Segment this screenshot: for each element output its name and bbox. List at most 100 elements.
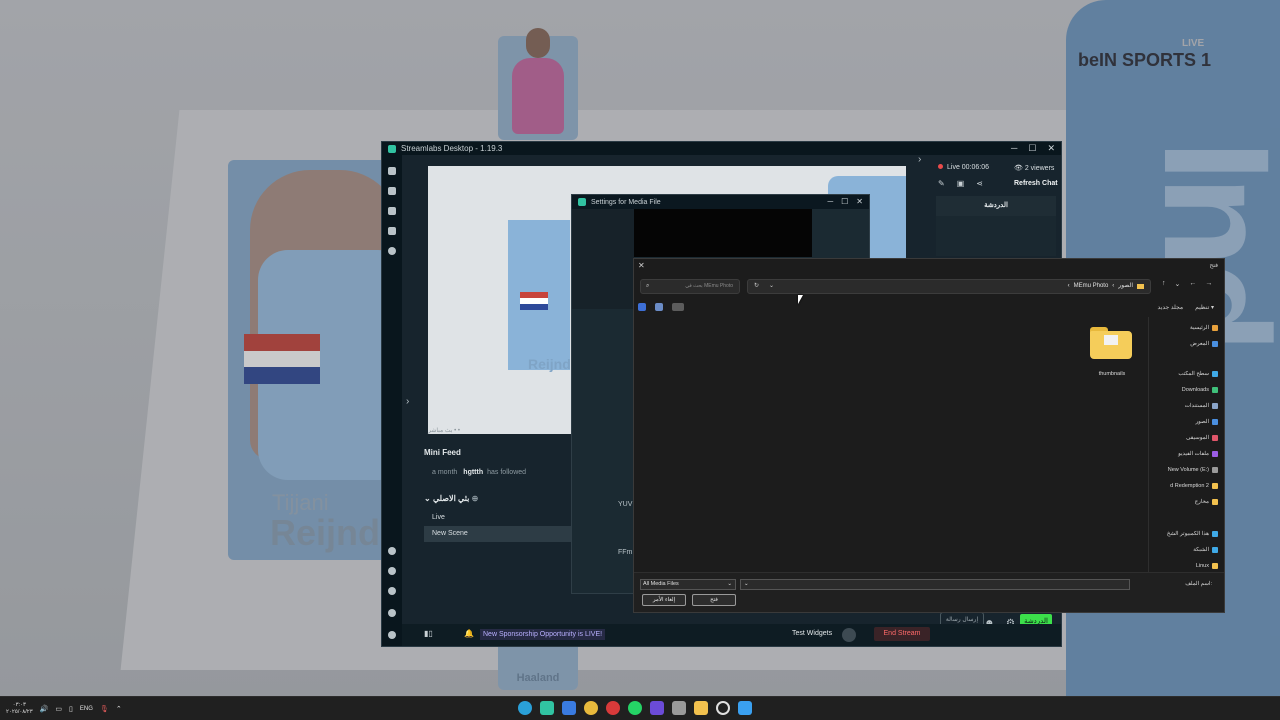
nav-item[interactable]: Downloads <box>1182 387 1218 393</box>
media-settings-controls: ─ ☐ ✕ <box>827 195 863 209</box>
preview-pane-icon[interactable] <box>655 303 663 311</box>
scene-collection-selector[interactable]: ⌄ بثي الاصلي ⊕ <box>424 494 478 503</box>
windows-start-icon[interactable] <box>738 701 752 715</box>
organize-button[interactable]: تنظيم ▾ <box>1195 304 1214 311</box>
new-folder-button[interactable]: مجلد جديد <box>1158 304 1184 311</box>
nav-item-label: المعرض <box>1190 341 1209 347</box>
nav-item[interactable]: المستندات <box>1185 403 1218 409</box>
settings-gear-icon[interactable] <box>388 247 396 255</box>
chevron-down-icon[interactable]: ⌄ <box>769 280 774 293</box>
address-bar[interactable]: ↻ ⌄ ‹ MEmu Photo ‹ الصور <box>747 279 1151 294</box>
whatsapp-icon[interactable] <box>628 701 642 715</box>
nav-item[interactable]: الشبكة <box>1193 547 1218 553</box>
chrome-icon[interactable] <box>584 701 598 715</box>
nav-item[interactable]: سطح المكتب <box>1178 371 1218 377</box>
theme-store-icon[interactable] <box>388 207 396 215</box>
streamlabs-titlebar[interactable]: Streamlabs Desktop - 1.19.3 <box>382 142 1061 155</box>
collapse-chat-chevron-icon[interactable]: › <box>918 154 921 165</box>
media-settings-side <box>572 209 634 309</box>
chat-tab[interactable]: الدردشة <box>936 196 1056 216</box>
nav-item[interactable]: الموسيقى <box>1186 435 1218 441</box>
feed-user[interactable]: hgttth <box>463 469 483 476</box>
nav-item[interactable]: الصور <box>1196 419 1218 425</box>
folder-item[interactable]: thumbnails <box>1090 327 1134 377</box>
filename-input[interactable]: ⌄ <box>740 579 1130 590</box>
profile-icon[interactable] <box>388 631 396 639</box>
file-explorer-icon[interactable] <box>694 701 708 715</box>
nav-item[interactable]: هذا الكمبيوتر الشخ <box>1167 531 1218 537</box>
nav-item[interactable]: الرئيسية <box>1190 325 1218 331</box>
nav-item[interactable]: مخارج <box>1195 499 1218 505</box>
breadcrumb-item[interactable]: الصور <box>1118 280 1133 293</box>
minimize-icon[interactable]: ─ <box>827 195 833 209</box>
language-indicator[interactable]: ENG <box>80 706 93 712</box>
nav-item[interactable]: d Redemption 2 <box>1170 483 1218 489</box>
minimize-icon[interactable]: ─ <box>1011 142 1017 155</box>
close-icon[interactable]: ✕ <box>638 261 645 270</box>
nav-item-icon <box>1212 547 1218 553</box>
test-widgets-button[interactable]: Test Widgets <box>792 630 832 637</box>
studio-mode-icon[interactable] <box>388 187 396 195</box>
network-icon[interactable]: ▭ <box>55 705 62 713</box>
nav-item[interactable]: ملفات الفيديو <box>1178 451 1218 457</box>
apps-icon[interactable] <box>388 567 396 575</box>
performance-chart-icon[interactable]: ▮▯ <box>424 629 433 638</box>
close-icon[interactable]: ✕ <box>1047 142 1055 155</box>
back-arrow-icon[interactable]: ← <box>1189 280 1196 288</box>
nav-item-label: الشبكة <box>1193 547 1209 553</box>
expand-sidebar-chevron-icon[interactable]: › <box>406 396 409 407</box>
open-button[interactable]: فتح <box>692 594 736 606</box>
search-input[interactable]: ⌕ بحث في MEmu Photo <box>640 279 740 294</box>
opera-icon[interactable] <box>606 701 620 715</box>
recent-dropdown-icon[interactable]: ⌄ <box>1175 280 1181 288</box>
sidebar-settings-icon[interactable] <box>388 609 396 617</box>
refresh-icon[interactable]: ↻ <box>754 280 759 293</box>
chat-toolbar: ✎ ▣ ⋖ <box>938 179 983 188</box>
refresh-chat-button[interactable]: Refresh Chat <box>1014 180 1058 187</box>
cancel-button[interactable]: إلغاء الأمر <box>642 594 686 606</box>
media-settings-titlebar[interactable]: Settings for Media File <box>572 195 869 209</box>
collab-cam-icon[interactable] <box>388 547 396 555</box>
forward-arrow-icon[interactable]: → <box>1205 280 1212 288</box>
nav-item[interactable]: Linux <box>1196 563 1218 569</box>
streamlabs-sidebar <box>382 155 402 646</box>
edge-icon[interactable] <box>518 701 532 715</box>
nav-item[interactable]: المعرض <box>1190 341 1218 347</box>
scene-item[interactable]: Live <box>424 510 574 526</box>
help-icon[interactable] <box>638 303 646 311</box>
nav-item-label: Downloads <box>1181 387 1209 393</box>
highlighter-icon[interactable] <box>388 227 396 235</box>
breadcrumb-item[interactable]: MEmu Photo <box>1074 280 1109 293</box>
search-icon[interactable] <box>716 701 730 715</box>
file-type-select[interactable]: All Media Files ⌄ <box>640 579 736 590</box>
share-icon[interactable]: ⋖ <box>976 179 983 188</box>
view-options-icon[interactable] <box>672 303 684 311</box>
maximize-icon[interactable]: ☐ <box>1028 142 1036 155</box>
scene-item[interactable]: New Scene <box>424 526 574 542</box>
volume-icon[interactable]: 🔊 <box>40 705 49 713</box>
shield-app-icon[interactable] <box>562 701 576 715</box>
folder-name: thumbnails <box>1098 371 1126 377</box>
store-icon[interactable] <box>672 701 686 715</box>
maximize-icon[interactable]: ☐ <box>841 195 848 209</box>
end-stream-button[interactable]: End Stream <box>874 627 930 641</box>
popout-icon[interactable]: ▣ <box>957 179 965 188</box>
nav-item[interactable]: New Volume (E:) <box>1168 467 1218 473</box>
nav-item-icon <box>1212 419 1218 425</box>
close-icon[interactable]: ✕ <box>856 195 863 209</box>
edit-pencil-icon[interactable]: ✎ <box>938 179 945 188</box>
battery-icon[interactable]: ▯ <box>69 705 73 713</box>
window-title: Streamlabs Desktop - 1.19.3 <box>401 144 503 153</box>
microphone-icon[interactable]: 🎙 <box>100 705 109 713</box>
chevron-up-icon[interactable]: ⌃ <box>116 705 122 713</box>
sponsorship-banner[interactable]: New Sponsorship Opportunity is LIVE! <box>480 629 606 640</box>
capcut-icon[interactable] <box>650 701 664 715</box>
clock[interactable]: ٠٣:٠٣ ٢٠٢٥/٠٨/٢٣ <box>6 702 33 716</box>
add-scene-icon[interactable]: ⊕ <box>472 494 479 503</box>
alerts-icon[interactable] <box>388 587 396 595</box>
up-arrow-icon[interactable]: ↑ <box>1162 280 1166 288</box>
streamlabs-taskbar-icon[interactable] <box>540 701 554 715</box>
chevron-down-icon[interactable]: ⌄ <box>744 580 749 589</box>
editor-icon[interactable] <box>388 167 396 175</box>
record-icon[interactable] <box>842 628 856 642</box>
